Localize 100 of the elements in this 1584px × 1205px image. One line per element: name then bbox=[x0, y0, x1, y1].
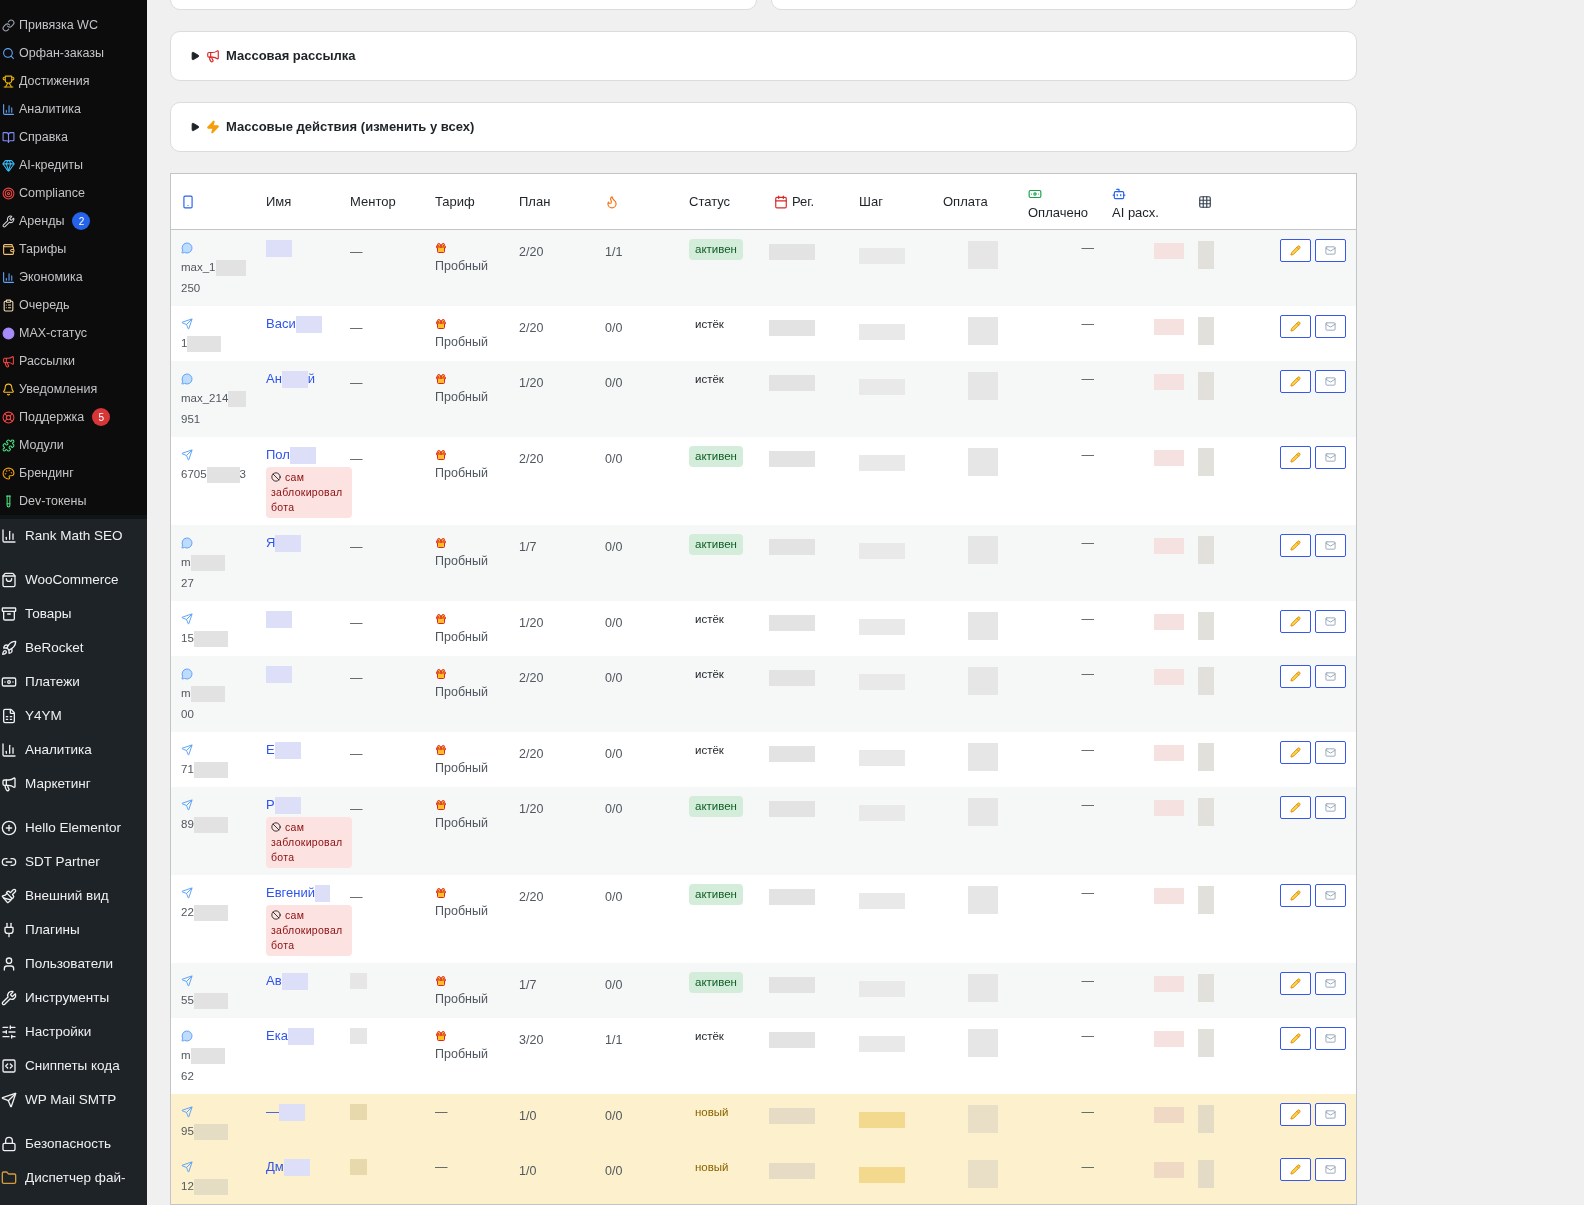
menu-item[interactable]: BeRocket bbox=[25, 637, 84, 659]
streak-text: 0/0 bbox=[605, 671, 623, 685]
submenu-item[interactable]: Очередь bbox=[19, 295, 70, 315]
redaction-block bbox=[287, 1027, 314, 1045]
megaphone-icon bbox=[1, 776, 17, 792]
no-entry-icon bbox=[271, 910, 281, 921]
menu-item[interactable]: Товары bbox=[25, 603, 72, 625]
message-button[interactable] bbox=[1315, 665, 1346, 688]
edit-button[interactable] bbox=[1280, 610, 1311, 633]
edit-button[interactable] bbox=[1280, 239, 1311, 262]
message-button[interactable] bbox=[1315, 370, 1346, 393]
menu-item[interactable]: WP Mail SMTP bbox=[25, 1089, 117, 1111]
edit-button[interactable] bbox=[1280, 741, 1311, 764]
menu-item[interactable]: Платежи bbox=[25, 671, 80, 693]
column-header: Шаг bbox=[859, 192, 883, 211]
submenu-item[interactable]: Dev-токены bbox=[19, 491, 87, 511]
tariff-text: Пробный bbox=[435, 684, 489, 701]
edit-button[interactable] bbox=[1280, 884, 1311, 907]
edit-button[interactable] bbox=[1280, 1027, 1311, 1050]
message-button[interactable] bbox=[1315, 1027, 1346, 1050]
submenu-item[interactable]: AI-кредиты bbox=[19, 155, 84, 175]
menu-item[interactable]: Hello Elementor bbox=[25, 817, 122, 839]
menu-item[interactable]: Сниппеты кода bbox=[25, 1055, 120, 1077]
message-button[interactable] bbox=[1315, 446, 1346, 469]
menu-item[interactable]: Rank Math SEO bbox=[25, 525, 123, 547]
user-name-link[interactable]: Я bbox=[266, 533, 276, 553]
edit-button[interactable] bbox=[1280, 446, 1311, 469]
message-button[interactable] bbox=[1315, 1158, 1346, 1181]
message-button[interactable] bbox=[1315, 741, 1346, 764]
menu-item[interactable]: Маркетинг bbox=[25, 773, 91, 795]
menu-item[interactable]: Настройки bbox=[25, 1021, 92, 1043]
column-header: План bbox=[519, 192, 551, 211]
menu-item[interactable]: Диспетчер фай- bbox=[25, 1167, 126, 1189]
submenu-item[interactable]: Тарифы bbox=[19, 239, 67, 259]
user-name-link[interactable]: й bbox=[307, 369, 316, 389]
streak-text: 1/1 bbox=[605, 245, 623, 259]
menu-item[interactable]: Внешний вид bbox=[25, 885, 109, 907]
tariff-text: — bbox=[435, 1159, 449, 1176]
message-button[interactable] bbox=[1315, 972, 1346, 995]
submenu-item[interactable]: Поддержка bbox=[19, 407, 85, 427]
submenu-item[interactable]: Справка bbox=[19, 127, 69, 147]
edit-button[interactable] bbox=[1280, 534, 1311, 557]
message-button[interactable] bbox=[1315, 1103, 1346, 1126]
redaction-block bbox=[281, 370, 308, 388]
redaction-block bbox=[1154, 614, 1184, 630]
message-button[interactable] bbox=[1315, 610, 1346, 633]
edit-button[interactable] bbox=[1280, 1158, 1311, 1181]
menu-item[interactable]: WooCommerce bbox=[25, 569, 119, 591]
edit-button[interactable] bbox=[1280, 1103, 1311, 1126]
edit-button[interactable] bbox=[1280, 796, 1311, 819]
submenu-item[interactable]: Аналитика bbox=[19, 99, 81, 119]
user-name-link[interactable]: Ека bbox=[266, 1026, 288, 1046]
submenu-item[interactable]: Модули bbox=[19, 435, 64, 455]
panel-title[interactable]: Массовая рассылка bbox=[226, 46, 356, 66]
user-name-link[interactable]: Р bbox=[266, 795, 275, 815]
panel-title[interactable]: Массовые действия (изменить у всех) bbox=[226, 117, 475, 137]
message-button[interactable] bbox=[1315, 534, 1346, 557]
edit-button[interactable] bbox=[1280, 370, 1311, 393]
redaction-block bbox=[1198, 1105, 1214, 1133]
disclosure-triangle-icon[interactable] bbox=[190, 51, 200, 61]
redaction-block bbox=[274, 796, 301, 814]
submenu-item[interactable]: Уведомления bbox=[19, 379, 98, 399]
message-button[interactable] bbox=[1315, 796, 1346, 819]
submenu-item[interactable]: Достижения bbox=[19, 71, 90, 91]
submenu-item[interactable]: Compliance bbox=[19, 183, 85, 203]
user-name-link[interactable]: Е bbox=[266, 740, 275, 760]
submenu-item[interactable]: Экономика bbox=[19, 267, 83, 287]
paid-text: — bbox=[1081, 666, 1094, 683]
user-name-link[interactable]: Пол bbox=[266, 445, 290, 465]
menu-item[interactable]: Y4YM bbox=[25, 705, 62, 727]
message-button[interactable] bbox=[1315, 315, 1346, 338]
submenu-item[interactable]: Привязка WC bbox=[19, 15, 98, 35]
pencil-icon bbox=[1290, 540, 1301, 551]
edit-button[interactable] bbox=[1280, 972, 1311, 995]
user-name-link[interactable]: — bbox=[266, 1102, 279, 1122]
submenu-item[interactable]: Орфан-заказы bbox=[19, 43, 104, 63]
user-name-link[interactable]: Ан bbox=[266, 369, 282, 389]
user-name-link[interactable]: Дм bbox=[266, 1157, 284, 1177]
message-button[interactable] bbox=[1315, 239, 1346, 262]
menu-item[interactable]: Пользователи bbox=[25, 953, 114, 975]
submenu-item[interactable]: Аренды bbox=[19, 211, 65, 231]
submenu-item[interactable]: Рассылки bbox=[19, 351, 76, 371]
menu-item[interactable]: Плагины bbox=[25, 919, 80, 941]
submenu-item[interactable]: Брендинг bbox=[19, 463, 74, 483]
menu-item[interactable]: Безопасность bbox=[25, 1133, 112, 1155]
edit-button[interactable] bbox=[1280, 665, 1311, 688]
user-name-link[interactable]: Евгений bbox=[266, 883, 315, 903]
user-name-link[interactable]: Ав bbox=[266, 971, 282, 991]
menu-item[interactable]: Аналитика bbox=[25, 739, 92, 761]
disclosure-triangle-icon[interactable] bbox=[190, 122, 200, 132]
menu-item[interactable]: Инструменты bbox=[25, 987, 110, 1009]
edit-button[interactable] bbox=[1280, 315, 1311, 338]
menu-item[interactable]: SDT Partner bbox=[25, 851, 100, 873]
submenu-item[interactable]: MAX-статус bbox=[19, 323, 87, 343]
message-button[interactable] bbox=[1315, 884, 1346, 907]
redaction-block bbox=[1198, 974, 1214, 1002]
paid-text: — bbox=[1081, 535, 1094, 552]
user-name-link[interactable]: Васи bbox=[266, 314, 296, 334]
plan-text: 1/0 bbox=[519, 1109, 537, 1123]
plan-text: 2/20 bbox=[519, 245, 544, 259]
